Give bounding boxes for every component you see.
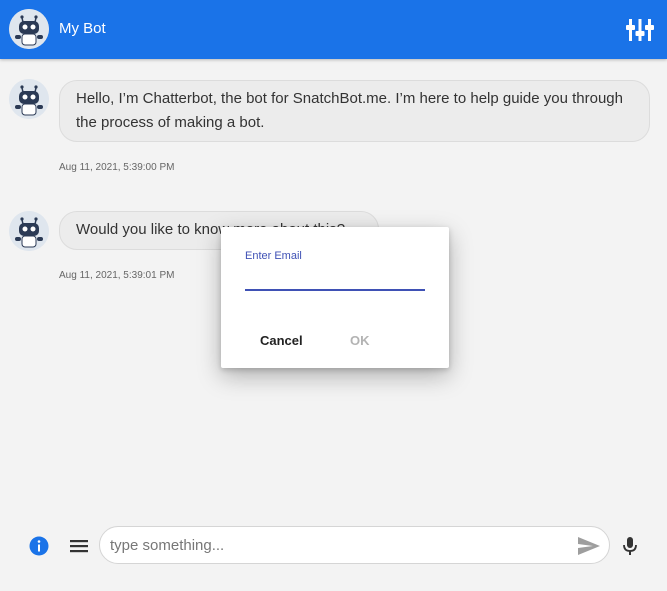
info-icon: [29, 536, 49, 556]
ok-button[interactable]: OK: [350, 329, 370, 353]
bot-message-avatar: [9, 79, 49, 119]
message-composer: [99, 526, 610, 564]
send-icon: [578, 537, 600, 555]
hamburger-menu-icon: [70, 540, 88, 553]
info-button[interactable]: [28, 535, 50, 557]
settings-button[interactable]: [626, 17, 654, 43]
message-timestamp: Aug 11, 2021, 5:39:00 PM: [59, 162, 175, 173]
email-field[interactable]: [245, 267, 425, 291]
message-input[interactable]: [110, 534, 565, 556]
sliders-icon: [626, 19, 654, 41]
message-bubble: Hello, I’m Chatterbot, the bot for Snatc…: [59, 80, 650, 142]
robot-avatar-icon: [9, 211, 49, 251]
robot-avatar-icon: [9, 79, 49, 119]
send-button[interactable]: [577, 535, 601, 557]
app-header: My Bot: [0, 0, 667, 59]
microphone-icon: [623, 537, 637, 555]
message-timestamp: Aug 11, 2021, 5:39:01 PM: [59, 270, 175, 281]
bot-message-avatar: [9, 211, 49, 251]
bot-title: My Bot: [59, 20, 106, 37]
robot-avatar-icon: [9, 9, 49, 49]
bot-avatar: [9, 9, 49, 49]
email-field-label: Enter Email: [245, 250, 302, 262]
microphone-button[interactable]: [620, 535, 640, 557]
email-dialog: Enter Email Cancel OK: [221, 227, 449, 368]
menu-button[interactable]: [68, 536, 90, 556]
cancel-button[interactable]: Cancel: [260, 329, 303, 353]
